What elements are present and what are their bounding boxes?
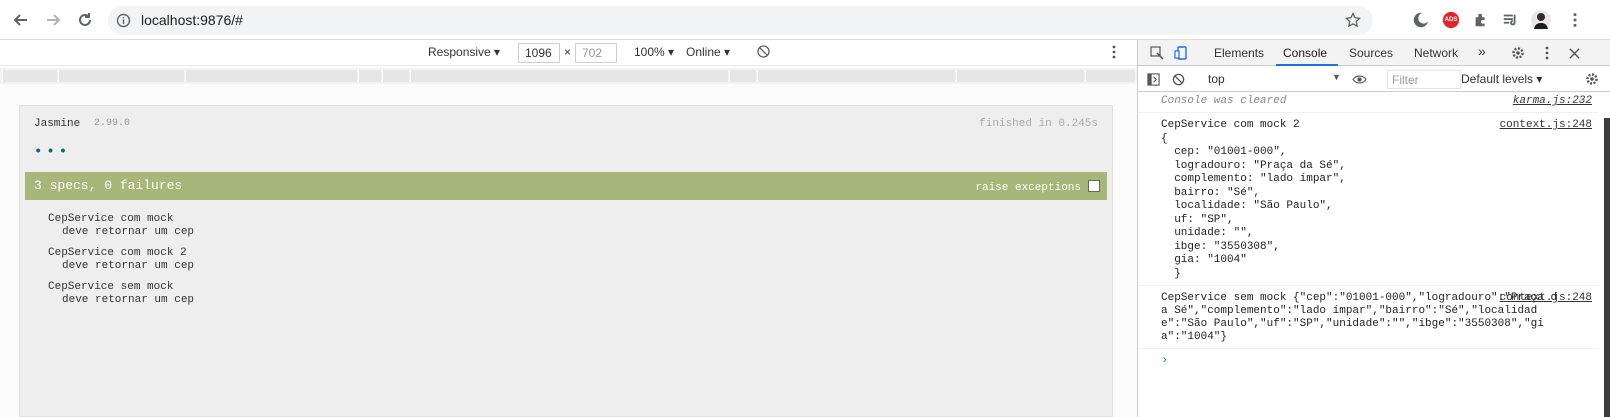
console-prompt[interactable]: ›	[1138, 349, 1598, 371]
suite-item: CepService com mock deve retornar um cep	[48, 213, 194, 239]
jasmine-brand: Jasmine	[34, 118, 81, 130]
network-select[interactable]: Online ▾	[686, 45, 730, 59]
times-sign: ×	[564, 45, 572, 59]
width-input[interactable]: 1096	[518, 43, 560, 63]
console-message: Console was cleared karma.js:232	[1138, 93, 1598, 113]
adblock-icon[interactable]: ADS	[1441, 10, 1461, 30]
raise-exceptions-checkbox[interactable]	[1088, 180, 1100, 192]
media-query-ruler	[0, 68, 1137, 84]
settings-icon[interactable]	[1509, 44, 1527, 62]
zoom-select[interactable]: 100% ▾	[634, 45, 674, 59]
jasmine-version: 2.99.0	[94, 118, 131, 129]
console-settings-icon[interactable]	[1583, 70, 1601, 88]
spec-list: CepService com mock deve retornar um cep…	[48, 213, 194, 315]
console-message: CepService com mock 2 { cep: "01001-000"…	[1138, 113, 1598, 286]
suite-name[interactable]: CepService com mock	[48, 213, 194, 226]
device-mode-select[interactable]: Responsive ▾	[428, 45, 500, 59]
customize-icon[interactable]	[1538, 44, 1556, 62]
jasmine-report: Jasmine 2.99.0 finished in 0.245s ••• 3 …	[19, 105, 1113, 417]
star-icon[interactable]	[1345, 12, 1361, 28]
raise-exceptions-label: raise exceptions	[975, 182, 1081, 194]
back-icon[interactable]	[10, 9, 32, 31]
profile-avatar[interactable]	[1531, 10, 1551, 30]
spec-name[interactable]: deve retornar um cep	[48, 294, 194, 307]
suite-name[interactable]: CepService com mock 2	[48, 247, 194, 260]
log-levels-select[interactable]: Default levels ▾	[1461, 72, 1542, 86]
forward-icon[interactable]	[42, 9, 64, 31]
device-toolbar: Responsive ▾ 1096 × 702 100% ▾ Online ▾	[0, 40, 1137, 66]
tab-sources[interactable]: Sources	[1349, 46, 1393, 60]
clear-console-icon[interactable]	[1169, 70, 1187, 88]
tab-elements[interactable]: Elements	[1214, 46, 1264, 60]
context-select[interactable]: top	[1208, 72, 1225, 86]
source-link[interactable]: karma.js:232	[1513, 95, 1592, 108]
extensions-icon[interactable]	[1471, 10, 1491, 30]
console-output: Console was cleared karma.js:232 CepServ…	[1138, 93, 1598, 371]
suite-name[interactable]: CepService sem mock	[48, 281, 194, 294]
tab-network[interactable]: Network	[1414, 46, 1458, 60]
message-text[interactable]: CepService com mock 2 { cep: "01001-000"…	[1161, 119, 1576, 281]
context-dropdown-icon[interactable]: ▼	[1332, 72, 1341, 82]
console-message: CepService sem mock {"cep":"01001-000","…	[1138, 286, 1598, 349]
close-icon[interactable]	[1565, 44, 1583, 62]
suite-item: CepService sem mock deve retornar um cep	[48, 281, 194, 307]
active-tab-indicator	[1276, 64, 1338, 66]
tab-console[interactable]: Console	[1283, 46, 1327, 60]
message-text: Console was cleared	[1161, 95, 1287, 107]
filter-input[interactable]: Filter	[1387, 70, 1461, 89]
url-text[interactable]: localhost:9876/#	[141, 12, 243, 28]
summary-bar: 3 specs, 0 failures raise exceptions	[25, 172, 1107, 200]
console-toolbar: top ▼ Filter Default levels ▾	[1138, 67, 1610, 92]
devtools-tabbar: Elements Console Sources Network »	[1138, 40, 1610, 66]
emulated-viewport: Jasmine 2.99.0 finished in 0.245s ••• 3 …	[0, 84, 1137, 417]
height-input[interactable]: 702	[575, 43, 617, 63]
sidebar-toggle-icon[interactable]	[1144, 70, 1162, 88]
dark-mode-icon[interactable]	[1411, 10, 1431, 30]
rotate-icon[interactable]	[757, 45, 770, 61]
spec-name[interactable]: deve retornar um cep	[48, 260, 194, 273]
reload-icon[interactable]	[74, 9, 96, 31]
suite-item: CepService com mock 2 deve retornar um c…	[48, 247, 194, 273]
browser-toolbar: localhost:9876/# ADS	[0, 0, 1610, 40]
scrollbar-thumb[interactable]	[1604, 118, 1610, 417]
spec-name[interactable]: deve retornar um cep	[48, 226, 194, 239]
adblock-label: ADS	[1444, 17, 1458, 23]
info-icon[interactable]	[116, 13, 131, 28]
live-expression-icon[interactable]	[1350, 70, 1368, 88]
menu-icon[interactable]	[1565, 10, 1585, 30]
run-duration: finished in 0.245s	[979, 118, 1098, 130]
media-icon[interactable]	[1501, 10, 1521, 30]
device-toggle-icon[interactable]	[1172, 44, 1190, 62]
inspect-icon[interactable]	[1148, 44, 1166, 62]
more-tabs-icon[interactable]: »	[1478, 43, 1486, 59]
spec-dots: •••	[34, 144, 72, 160]
more-options-icon[interactable]	[1112, 45, 1116, 62]
address-bar[interactable]: localhost:9876/#	[108, 6, 1373, 35]
page-scrollbar[interactable]	[1565, 118, 1610, 417]
devtools-panel: Elements Console Sources Network » top ▼…	[1137, 40, 1610, 417]
summary-text: 3 specs, 0 failures	[34, 178, 183, 193]
